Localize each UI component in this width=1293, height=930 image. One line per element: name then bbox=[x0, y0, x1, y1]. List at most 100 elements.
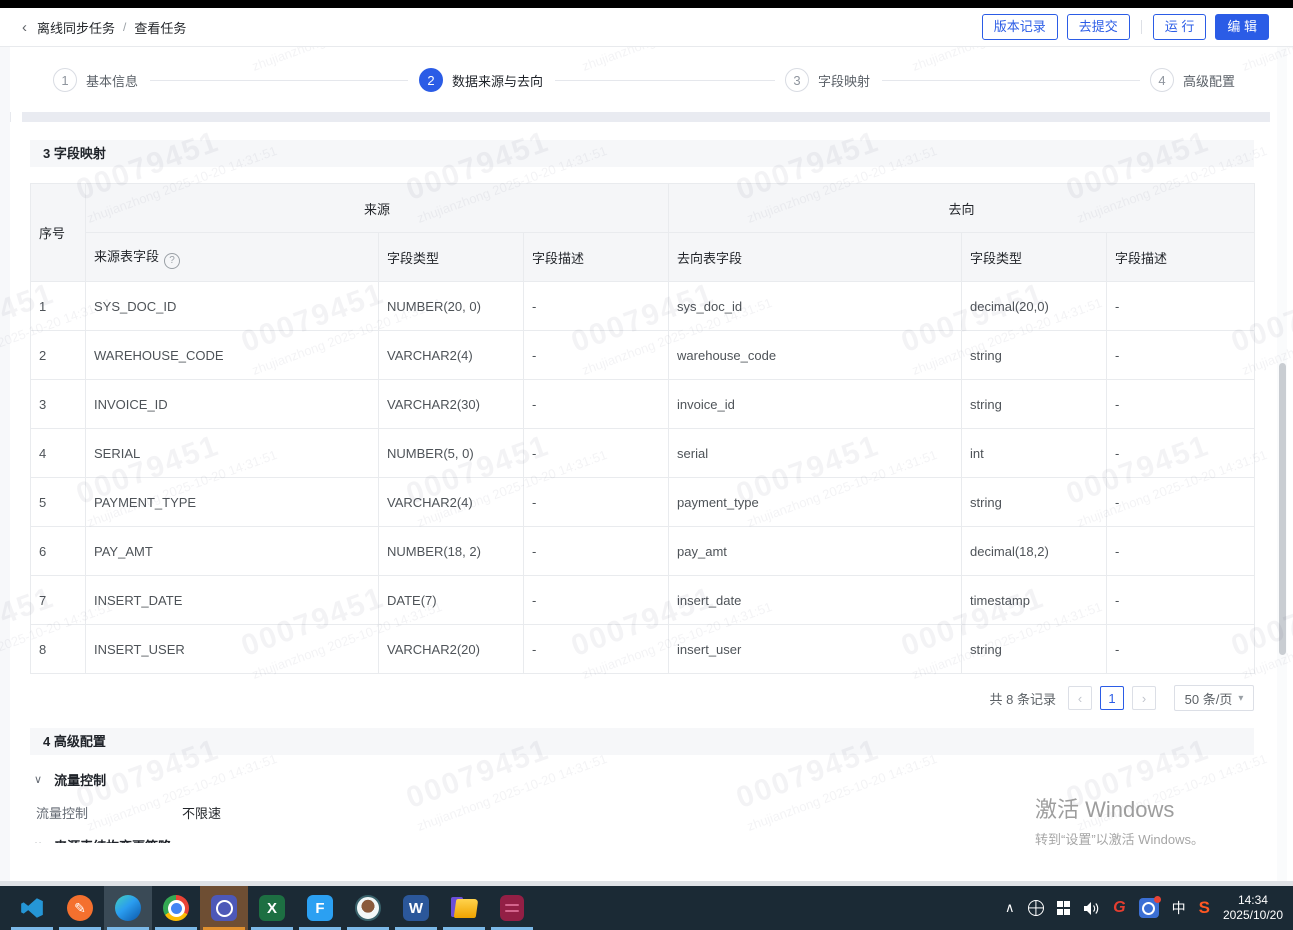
screen-top-bar bbox=[0, 0, 1293, 8]
group-header-source: 来源 bbox=[86, 184, 669, 233]
taskbar-app-chat[interactable] bbox=[200, 886, 248, 930]
task-view-icon[interactable] bbox=[1057, 901, 1071, 915]
submit-button[interactable]: 去提交 bbox=[1067, 14, 1130, 40]
cell-dst_field: sys_doc_id bbox=[669, 282, 962, 331]
taskbar-app-vscode[interactable] bbox=[8, 886, 56, 930]
col-header-target-desc: 字段描述 bbox=[1107, 233, 1255, 282]
col-header-target-field: 去向表字段 bbox=[669, 233, 962, 282]
run-button[interactable]: 运 行 bbox=[1153, 14, 1207, 40]
section-gap-band bbox=[22, 112, 1270, 122]
step-number: 1 bbox=[53, 68, 77, 92]
cell-src_desc: - bbox=[524, 429, 669, 478]
table-row: 3INVOICE_IDVARCHAR2(30)-invoice_idstring… bbox=[31, 380, 1255, 429]
cell-no: 4 bbox=[31, 429, 86, 478]
content-card: 3 字段映射 序号 来源 去向 bbox=[10, 122, 1277, 881]
cell-src_field: INSERT_USER bbox=[86, 625, 379, 674]
database-app-icon bbox=[500, 895, 524, 921]
step-advanced-config[interactable]: 4 高级配置 bbox=[1150, 68, 1235, 92]
scrollbar-track[interactable] bbox=[1277, 47, 1287, 881]
cell-dst_type: string bbox=[962, 331, 1107, 380]
network-status-icon[interactable] bbox=[1028, 900, 1044, 916]
app-header: ‹ 离线同步任务 / 查看任务 版本记录 去提交 运 行 编 辑 bbox=[0, 8, 1293, 47]
cell-no: 7 bbox=[31, 576, 86, 625]
sogou-tray-icon[interactable]: S bbox=[1199, 898, 1210, 918]
taskbar-app-database[interactable] bbox=[488, 886, 536, 930]
page-size-value: 50 条/页 bbox=[1185, 689, 1233, 708]
cell-dst_type: string bbox=[962, 478, 1107, 527]
blue-f-app-icon: F bbox=[307, 895, 333, 921]
version-history-button[interactable]: 版本记录 bbox=[982, 14, 1058, 40]
notification-badge bbox=[1154, 896, 1161, 903]
taskbar-app-folder[interactable] bbox=[440, 886, 488, 930]
cell-src_desc: - bbox=[524, 625, 669, 674]
collapse-flow-control[interactable]: ∨ 流量控制 bbox=[34, 770, 106, 788]
cell-dst_desc: - bbox=[1107, 380, 1255, 429]
notification-tray-icon[interactable] bbox=[1139, 898, 1159, 918]
table-row: 4SERIALNUMBER(5, 0)-serialint- bbox=[31, 429, 1255, 478]
cell-src_desc: - bbox=[524, 282, 669, 331]
cell-dst_type: string bbox=[962, 625, 1107, 674]
taskbar-app-blue-f[interactable]: F bbox=[296, 886, 344, 930]
step-number: 2 bbox=[419, 68, 443, 92]
taskbar: ✎ X F bbox=[0, 886, 1293, 930]
step-connector bbox=[150, 80, 408, 81]
cell-src_type: NUMBER(20, 0) bbox=[379, 282, 524, 331]
table-row: 7INSERT_DATEDATE(7)-insert_datetimestamp… bbox=[31, 576, 1255, 625]
help-icon[interactable]: ? bbox=[164, 253, 180, 269]
cell-src_desc: - bbox=[524, 380, 669, 429]
page-size-select[interactable]: 50 条/页 ▾ bbox=[1174, 685, 1254, 711]
cell-src_field: INSERT_DATE bbox=[86, 576, 379, 625]
step-number: 3 bbox=[785, 68, 809, 92]
cell-src_field: INVOICE_ID bbox=[86, 380, 379, 429]
volume-icon[interactable] bbox=[1083, 901, 1100, 916]
record-count: 共 8 条记录 bbox=[990, 689, 1056, 708]
prev-page-button[interactable]: ‹ bbox=[1068, 686, 1092, 710]
dbeaver-icon bbox=[355, 895, 381, 921]
clock[interactable]: 14:34 2025/10/20 bbox=[1223, 893, 1283, 923]
taskbar-app-dbeaver[interactable] bbox=[344, 886, 392, 930]
cell-no: 2 bbox=[31, 331, 86, 380]
clock-time: 14:34 bbox=[1223, 893, 1283, 908]
step-source-target[interactable]: 2 数据来源与去向 bbox=[419, 68, 543, 92]
cell-src_type: NUMBER(18, 2) bbox=[379, 527, 524, 576]
taskbar-app-word[interactable]: W bbox=[392, 886, 440, 930]
step-basic-info[interactable]: 1 基本信息 bbox=[53, 68, 138, 92]
table-row: 2WAREHOUSE_CODEVARCHAR2(4)-warehouse_cod… bbox=[31, 331, 1255, 380]
col-header-label: 来源表字段 bbox=[94, 249, 159, 264]
taskbar-app-excel[interactable]: X bbox=[248, 886, 296, 930]
g-tray-icon[interactable]: G bbox=[1113, 899, 1125, 917]
scrollbar-thumb[interactable] bbox=[1279, 363, 1286, 655]
cell-src_field: WAREHOUSE_CODE bbox=[86, 331, 379, 380]
field-label: 流量控制 bbox=[36, 803, 182, 821]
stepper: 1 基本信息 2 数据来源与去向 3 字段映射 4 高级配置 bbox=[10, 47, 1277, 112]
pen-app-icon: ✎ bbox=[67, 895, 93, 921]
step-connector bbox=[882, 80, 1140, 81]
cell-src_desc: - bbox=[524, 527, 669, 576]
edit-button[interactable]: 编 辑 bbox=[1215, 14, 1269, 40]
table-row: 1SYS_DOC_IDNUMBER(20, 0)-sys_doc_iddecim… bbox=[31, 282, 1255, 331]
cell-src_field: SERIAL bbox=[86, 429, 379, 478]
collapse-source-schema-change-policy[interactable]: ∨ 来源表结构变更策略 bbox=[34, 836, 171, 843]
taskbar-apps: ✎ X F bbox=[0, 886, 536, 930]
tray-expand-icon[interactable]: ∧ bbox=[1005, 900, 1015, 916]
page-number-button[interactable]: 1 bbox=[1100, 686, 1124, 710]
col-header-target-type: 字段类型 bbox=[962, 233, 1107, 282]
cell-dst_type: decimal(18,2) bbox=[962, 527, 1107, 576]
next-page-button[interactable]: › bbox=[1132, 686, 1156, 710]
chrome-icon bbox=[163, 895, 189, 921]
cell-dst_desc: - bbox=[1107, 625, 1255, 674]
chevron-down-icon: ∨ bbox=[34, 839, 42, 844]
cell-dst_desc: - bbox=[1107, 576, 1255, 625]
taskbar-app-edge[interactable] bbox=[104, 886, 152, 930]
ime-indicator[interactable]: 中 bbox=[1172, 898, 1186, 918]
back-icon[interactable]: ‹ bbox=[22, 19, 27, 36]
table-body: 1SYS_DOC_IDNUMBER(20, 0)-sys_doc_iddecim… bbox=[31, 282, 1255, 674]
step-field-mapping[interactable]: 3 字段映射 bbox=[785, 68, 870, 92]
collapse-title: 流量控制 bbox=[54, 770, 106, 789]
taskbar-app-chrome[interactable] bbox=[152, 886, 200, 930]
col-header-source-field: 来源表字段? bbox=[86, 233, 379, 282]
cell-src_type: VARCHAR2(20) bbox=[379, 625, 524, 674]
breadcrumb-parent[interactable]: 离线同步任务 bbox=[37, 18, 115, 37]
cell-src_field: PAYMENT_TYPE bbox=[86, 478, 379, 527]
taskbar-app-pen[interactable]: ✎ bbox=[56, 886, 104, 930]
